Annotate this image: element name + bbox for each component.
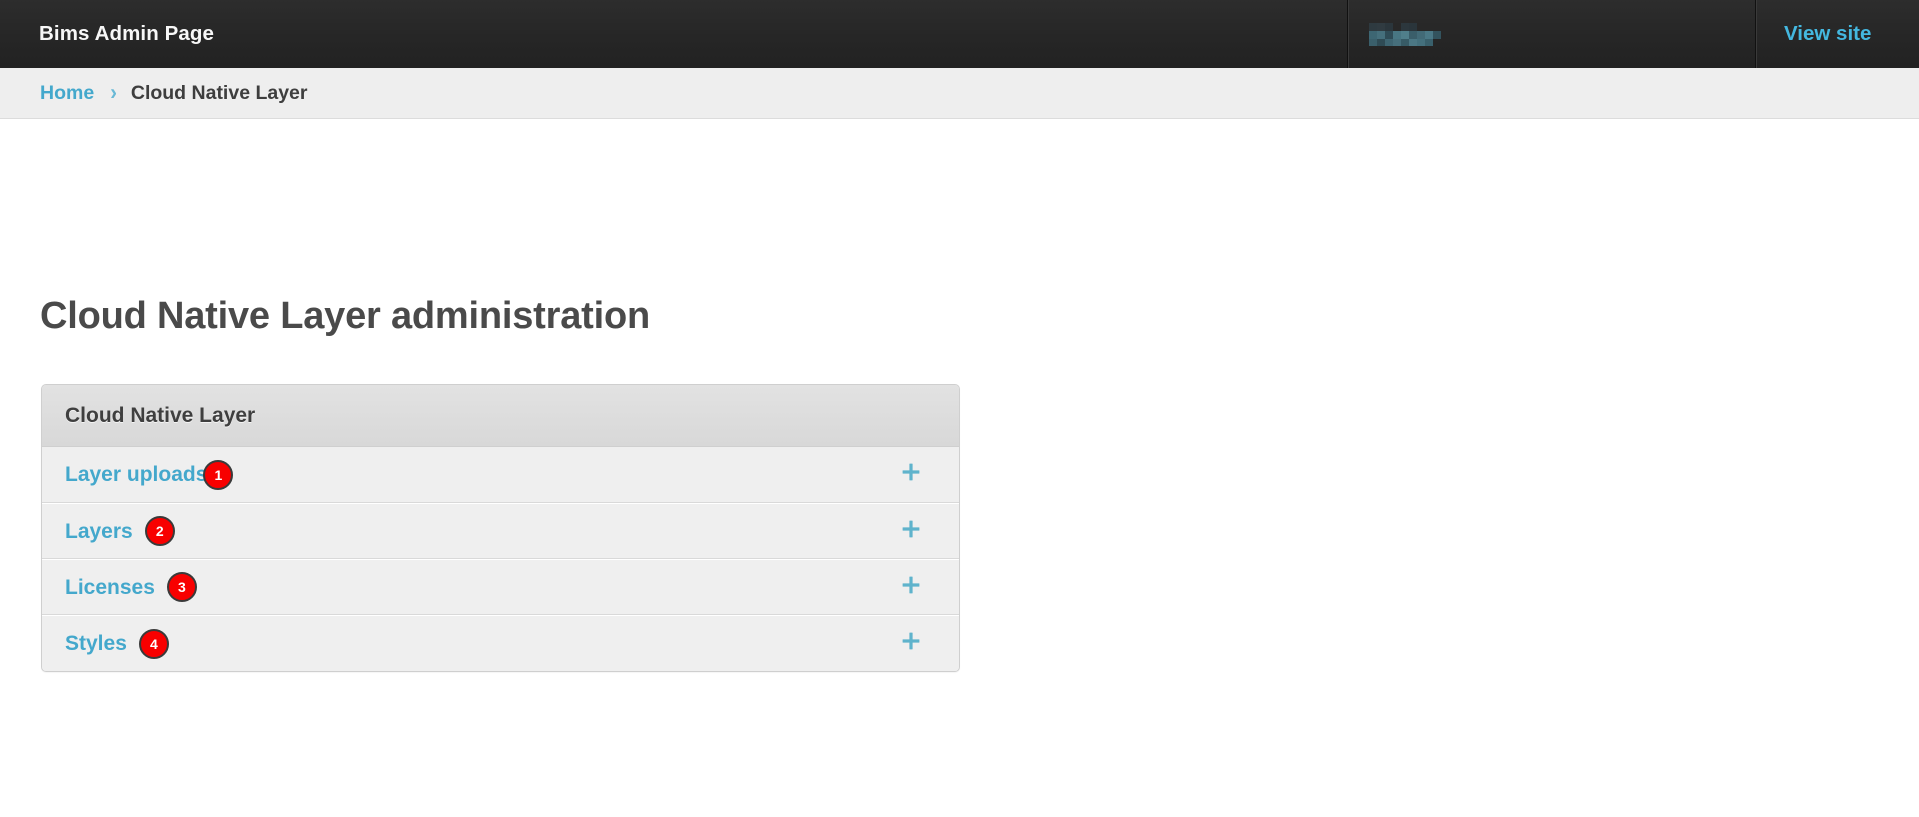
- model-row-left: Layers 2: [65, 516, 175, 546]
- model-link-layers[interactable]: Layers: [65, 521, 133, 542]
- model-link-licenses[interactable]: Licenses: [65, 577, 155, 598]
- plus-icon[interactable]: [900, 461, 922, 488]
- breadcrumb-link-home[interactable]: Home: [40, 82, 94, 105]
- plus-icon[interactable]: [900, 518, 922, 545]
- plus-icon[interactable]: [900, 574, 922, 601]
- model-row-list: Layer uploads 1 Layers 2 Licenses 3 Styles 4: [42, 447, 959, 671]
- redacted-username-block: [1369, 22, 1443, 46]
- user-tools-block: [1348, 0, 1755, 68]
- annotation-badge-4: 4: [138, 628, 169, 659]
- app-panel-caption-row: Cloud Native Layer: [42, 385, 959, 447]
- model-link-layer-uploads[interactable]: Layer uploads: [65, 464, 207, 485]
- annotation-badge-1: 1: [203, 459, 234, 490]
- app-panel-caption: Cloud Native Layer: [65, 404, 256, 427]
- chevron-right-icon: ›: [110, 80, 117, 105]
- content-area: Cloud Native Layer administration Cloud …: [0, 119, 1919, 817]
- model-link-styles[interactable]: Styles: [65, 633, 127, 654]
- view-site-block: View site: [1756, 0, 1919, 68]
- model-row: Licenses 3: [42, 559, 959, 615]
- model-row: Layers 2: [42, 503, 959, 559]
- annotation-badge-2: 2: [144, 516, 175, 546]
- model-row-left: Layer uploads 1: [65, 459, 234, 490]
- breadcrumb: Home › Cloud Native Layer: [0, 68, 1919, 119]
- model-row-left: Licenses 3: [65, 572, 197, 602]
- site-title: Bims Admin Page: [39, 21, 215, 45]
- breadcrumb-current: Cloud Native Layer: [130, 81, 308, 104]
- add-cell: [863, 447, 959, 502]
- admin-header-bar: Bims Admin Page View site: [0, 0, 1919, 68]
- plus-icon[interactable]: [900, 630, 922, 657]
- app-module-panel: Cloud Native Layer Layer uploads 1 Layers 2…: [41, 384, 960, 672]
- header-spacer: [214, 0, 1347, 68]
- view-site-link[interactable]: View site: [1784, 23, 1871, 45]
- add-cell: [863, 560, 959, 614]
- model-row: Layer uploads 1: [42, 447, 959, 503]
- brand-block: Bims Admin Page: [0, 0, 214, 68]
- annotation-badge-3: 3: [166, 572, 197, 602]
- model-row-left: Styles 4: [65, 628, 169, 659]
- model-row: Styles 4: [42, 615, 959, 671]
- add-cell: [863, 616, 959, 671]
- page-title: Cloud Native Layer administration: [40, 295, 650, 337]
- add-cell: [863, 504, 959, 558]
